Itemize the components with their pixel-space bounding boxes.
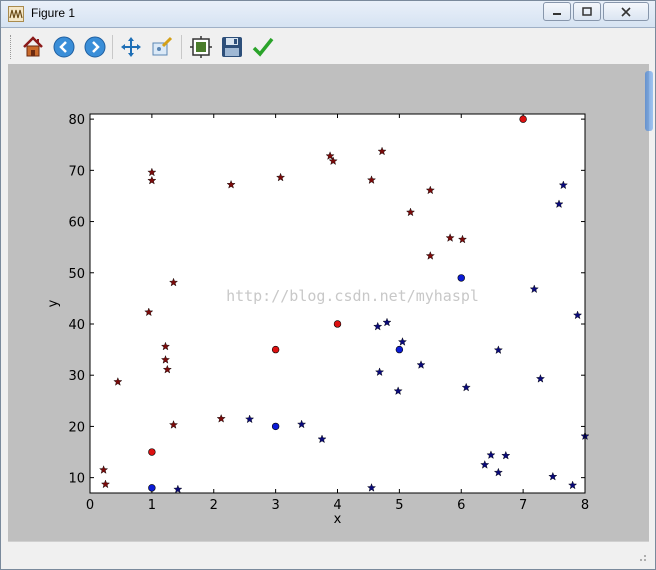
save-button[interactable] [219,34,245,60]
save-icon [222,37,242,57]
y-tick-label: 30 [68,369,85,384]
x-tick-label: 6 [457,498,465,513]
x-tick-label: 3 [271,498,279,513]
resize-grip-icon[interactable] [637,552,647,562]
x-tick-label: 2 [210,498,218,513]
x-tick-label: 7 [519,498,527,513]
scatter-point-circle [457,274,465,282]
scatter-plot[interactable]: 0 1 2 3 4 5 6 7 8 10 20 30 40 50 60 70 80 x y http://blog.c… [8,64,649,541]
x-tick-label: 1 [148,498,156,513]
y-tick-label: 10 [68,472,85,487]
y-tick-label: 80 [68,113,85,128]
home-button[interactable] [20,34,46,60]
matplotlib-icon [8,6,24,22]
scatter-point-circle [148,484,156,492]
scatter-point-circle [333,320,342,328]
y-tick-label: 40 [68,318,85,333]
x-tick-label: 4 [333,498,341,513]
forward-button[interactable] [82,34,108,60]
maximize-button[interactable] [573,2,601,21]
zoom-rect-icon [152,36,173,56]
scatter-point-circle [271,345,280,354]
x-tick-label: 5 [395,498,403,513]
move-icon [121,37,141,57]
x-axis-label: x [334,512,342,527]
home-icon [23,36,43,57]
toolbar-separator [112,35,113,59]
scatter-point-circle [519,115,527,123]
watermark-text: http://blog.csdn.net/myhaspl [226,287,479,305]
back-arrow-icon [53,36,75,58]
toolbar-grip[interactable] [10,35,14,59]
minimize-icon [553,12,561,15]
checkmark-icon [252,37,274,57]
y-tick-label: 20 [68,420,85,435]
close-icon [621,6,631,17]
y-tick-label: 60 [68,216,85,231]
navigation-toolbar [8,31,648,63]
scatter-point-circle [271,422,280,431]
scatter-point-circle [395,345,404,354]
maximize-icon [582,6,592,16]
x-tick-label: 8 [581,498,589,513]
back-button[interactable] [51,34,77,60]
edit-button[interactable] [250,34,276,60]
minimize-button[interactable] [543,2,571,21]
y-tick-label: 50 [68,267,85,282]
window-title: Figure 1 [31,6,76,20]
y-tick-label: 70 [68,164,85,179]
status-bar [8,541,649,564]
zoom-button[interactable] [149,34,175,60]
configure-subplots-icon [190,36,212,58]
forward-arrow-icon [84,36,106,58]
pan-button[interactable] [118,34,144,60]
subplots-button[interactable] [188,34,214,60]
title-bar[interactable]: Figure 1 [1,1,655,28]
close-button[interactable] [603,2,649,21]
y-axis-label: y [46,299,61,307]
scatter-point-circle [148,448,156,456]
figure-window: Figure 1 0 1 2 3 4 5 6 7 8 10 20 30 40 5… [0,0,656,570]
toolbar-separator [181,35,182,59]
scrollbar-thumb[interactable] [645,71,653,131]
figure-canvas[interactable]: 0 1 2 3 4 5 6 7 8 10 20 30 40 50 60 70 80 x y http://blog.c… [8,64,649,541]
x-tick-label: 0 [86,498,94,513]
